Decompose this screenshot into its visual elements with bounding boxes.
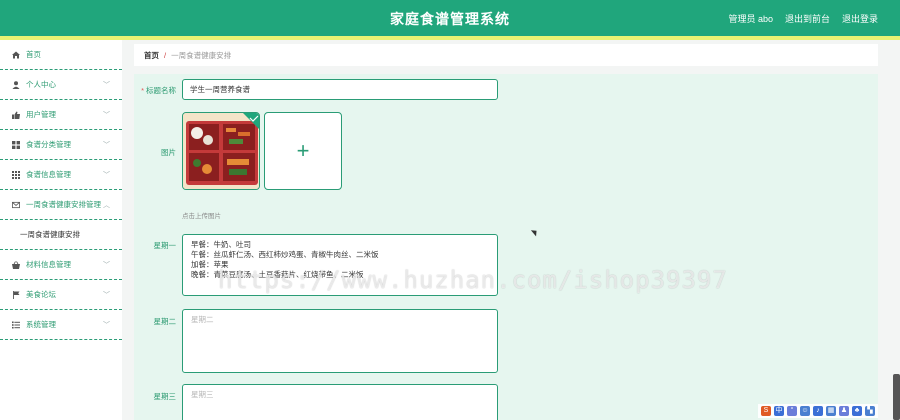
monday-line: 加餐：苹果 bbox=[191, 260, 229, 269]
title-label: * 标题名称 bbox=[140, 85, 176, 96]
sogou-logo-icon[interactable]: S bbox=[761, 406, 771, 416]
uploaded-image-thumbnail[interactable] bbox=[182, 112, 260, 190]
monday-textarea[interactable]: 早餐：牛奶、吐司 午餐：丝瓜虾仁汤、西红柿炒鸡蛋、青椒牛肉丝、二米饭 加餐：苹果… bbox=[182, 234, 498, 296]
chevron-down-icon: ﹀ bbox=[103, 292, 110, 299]
sidebar-item-recipe-info[interactable]: 食谱信息管理 ﹀ bbox=[0, 160, 122, 190]
wednesday-label: 星期三 bbox=[153, 392, 177, 401]
basket-icon bbox=[12, 260, 20, 269]
sidebar-item-home[interactable]: 首页 bbox=[0, 40, 122, 70]
thumbs-up-icon bbox=[12, 111, 20, 119]
title-input[interactable]: 学生一周营养食谱 bbox=[182, 79, 498, 100]
submenu-item-weekly-plan[interactable]: 一周食谱健康安排 bbox=[0, 220, 122, 250]
sidebar-item-profile[interactable]: 个人中心 ﹀ bbox=[0, 70, 122, 100]
user-icon bbox=[12, 80, 20, 89]
microphone-icon[interactable]: ♪ bbox=[813, 406, 823, 416]
title-label-text: 标题名称 bbox=[146, 86, 176, 95]
image-label: 图片 bbox=[161, 148, 176, 157]
chevron-down-icon: ﹀ bbox=[103, 322, 110, 329]
keyboard-icon[interactable]: ▦ bbox=[826, 406, 836, 416]
breadcrumb-home[interactable]: 首页 bbox=[144, 50, 159, 61]
scrollbar[interactable] bbox=[893, 374, 900, 420]
food-image-icon bbox=[183, 113, 259, 189]
sidebar-item-label: 首页 bbox=[26, 50, 41, 59]
tools-grid-icon[interactable]: ▚ bbox=[865, 406, 875, 416]
home-icon bbox=[12, 51, 20, 59]
sidebar-item-recipe-category[interactable]: 食谱分类管理 ﹀ bbox=[0, 130, 122, 160]
chevron-down-icon: ﹀ bbox=[103, 172, 110, 179]
form-panel: * 标题名称 学生一周营养食谱 图片 + 点击上传图片 星期一 早餐：牛奶、吐司… bbox=[134, 74, 878, 420]
sidebar-item-label: 材料信息管理 bbox=[26, 260, 71, 269]
sidebar-item-label: 食谱分类管理 bbox=[26, 140, 71, 149]
punctuation-icon[interactable]: ° bbox=[787, 406, 797, 416]
chevron-down-icon: ﹀ bbox=[103, 82, 110, 89]
skin-icon[interactable]: ♣ bbox=[852, 406, 862, 416]
table-icon bbox=[12, 170, 20, 179]
ime-toolbar[interactable]: S 中 ° ☺ ♪ ▦ ♟ ♣ ▚ bbox=[758, 404, 878, 418]
upload-tip: 点击上传图片 bbox=[182, 213, 221, 220]
chevron-down-icon: ﹀ bbox=[103, 112, 110, 119]
wednesday-textarea[interactable]: 星期三 bbox=[182, 384, 498, 420]
sidebar-item-forum[interactable]: 美食论坛 ﹀ bbox=[0, 280, 122, 310]
tuesday-textarea[interactable]: 星期二 bbox=[182, 309, 498, 373]
required-mark: * bbox=[141, 86, 144, 95]
sidebar-item-label: 个人中心 bbox=[26, 80, 56, 89]
chevron-down-icon: ﹀ bbox=[103, 142, 110, 149]
sidebar: 首页 个人中心 ﹀ 用户管理 ﹀ 食谱分类管理 ﹀ 食谱信息管理 ﹀ 一周食谱健… bbox=[0, 40, 122, 420]
breadcrumb-current: 一周食谱健康安排 bbox=[171, 50, 232, 60]
header-links: 管理员 abo 退出到前台 退出登录 bbox=[728, 12, 878, 25]
user-account-icon[interactable]: ♟ bbox=[839, 406, 849, 416]
sidebar-item-system[interactable]: 系统管理 ﹀ bbox=[0, 310, 122, 340]
header-accent-stripe bbox=[0, 36, 900, 40]
monday-line: 午餐：丝瓜虾仁汤、西红柿炒鸡蛋、青椒牛肉丝、二米饭 bbox=[191, 250, 379, 259]
logout-link[interactable]: 退出登录 bbox=[842, 12, 878, 25]
chevron-up-icon: ︿ bbox=[103, 202, 110, 209]
sidebar-item-label: 食谱信息管理 bbox=[26, 170, 71, 179]
breadcrumb: 首页 / 一周食谱健康安排 bbox=[134, 44, 878, 66]
sidebar-item-materials[interactable]: 材料信息管理 ﹀ bbox=[0, 250, 122, 280]
back-to-frontend-link[interactable]: 退出到前台 bbox=[785, 12, 830, 25]
plus-icon: + bbox=[296, 138, 310, 163]
sidebar-item-weekly-plan[interactable]: 一周食谱健康安排管理 ︿ bbox=[0, 190, 122, 220]
monday-label: 星期一 bbox=[153, 241, 177, 250]
envelope-icon bbox=[12, 201, 20, 209]
monday-line: 早餐：牛奶、吐司 bbox=[191, 240, 251, 249]
grid-icon bbox=[12, 140, 20, 149]
sidebar-item-label: 美食论坛 bbox=[26, 290, 56, 299]
sidebar-item-users[interactable]: 用户管理 ﹀ bbox=[0, 100, 122, 130]
flag-icon bbox=[12, 290, 20, 299]
monday-line: 晚餐：青菜豆腐汤、土豆香菇片、红烧带鱼、二米饭 bbox=[191, 270, 364, 279]
breadcrumb-separator: / bbox=[164, 50, 167, 60]
top-header: 家庭食谱管理系统 管理员 abo 退出到前台 退出登录 bbox=[0, 0, 900, 36]
admin-user-link[interactable]: 管理员 abo bbox=[728, 12, 773, 25]
sidebar-item-label: 一周食谱健康安排管理 bbox=[26, 200, 101, 209]
emoji-icon[interactable]: ☺ bbox=[800, 406, 810, 416]
sidebar-item-label: 系统管理 bbox=[26, 320, 56, 329]
tuesday-label: 星期二 bbox=[153, 317, 177, 326]
add-image-button[interactable]: + bbox=[264, 112, 342, 190]
sidebar-item-label: 用户管理 bbox=[26, 110, 56, 119]
chinese-mode-icon[interactable]: 中 bbox=[774, 406, 784, 416]
list-icon bbox=[12, 321, 20, 329]
chevron-down-icon: ﹀ bbox=[103, 262, 110, 269]
